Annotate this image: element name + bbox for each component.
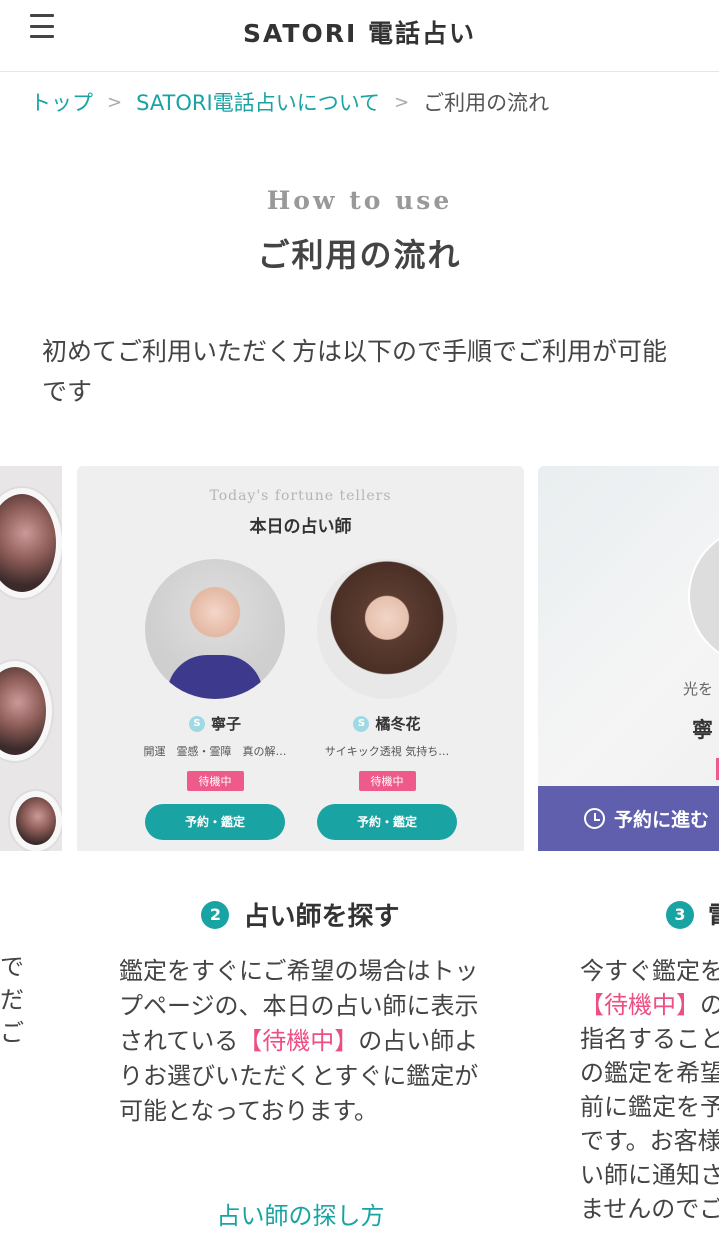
teller-name: 橘冬花	[375, 715, 421, 733]
teller-tags: サイキック透視 気持ち…	[324, 745, 450, 758]
breadcrumb-separator-icon: >	[394, 91, 410, 113]
breadcrumb-current: ご利用の流れ	[423, 91, 550, 115]
rank-badge-icon: S	[353, 715, 370, 732]
shot-en-heading: Today's fortune tellers	[209, 488, 392, 504]
site-logo[interactable]: SATORI 電話占い	[0, 14, 719, 50]
status-highlight: 【待機中】	[238, 1027, 359, 1055]
breadcrumb-top-link[interactable]: トップ	[30, 87, 93, 117]
carousel-slide-next[interactable]: 光を 寧 予約に進む 3 電 今すぐ鑑定を 【待機中】の 指名すること の鑑定を…	[538, 466, 719, 1255]
section-en-title: How to use	[266, 186, 453, 215]
step-number-badge: 3	[666, 900, 694, 929]
fortune-teller-card: S 橘冬花 サイキック透視 気持ち… 待機中 予約・鑑定	[307, 559, 467, 840]
portrait-frame	[10, 791, 62, 851]
step-title-text: 占い師を探す	[243, 902, 400, 932]
step-description: 鑑定をすぐにご希望の場合はトップページの、本日の占い師に表示されている【待機中】…	[119, 957, 479, 1125]
breadcrumb-about-link[interactable]: SATORI電話占いについて	[136, 87, 380, 117]
avatar	[317, 559, 457, 699]
breadcrumb: トップ > SATORI電話占いについて > ご利用の流れ	[30, 87, 549, 117]
shot-teller-name: 寧	[692, 718, 713, 742]
reserve-button: 予約・鑑定	[317, 804, 457, 840]
step-title: 3 電	[666, 896, 719, 933]
clock-icon	[584, 808, 605, 829]
step-title: 2 占い師を探す	[77, 896, 524, 933]
step-description: 今すぐ鑑定を 【待機中】の 指名すること の鑑定を希望 前に鑑定を予 です。お客…	[580, 957, 719, 1223]
find-teller-link[interactable]: 占い師の探し方	[77, 1196, 524, 1231]
reserve-button: 予約・鑑定	[145, 804, 285, 840]
slide-description: で だ ご	[0, 953, 24, 1047]
carousel-slide-previous[interactable]: で だ ご	[0, 466, 62, 1255]
step-number-badge: 2	[201, 900, 230, 929]
carousel-slide-step-2[interactable]: Today's fortune tellers 本日の占い師 S 寧子 開運 霊…	[77, 466, 524, 1255]
avatar	[145, 559, 285, 699]
shot-caption: 光を	[683, 680, 714, 698]
portrait-frame	[0, 661, 52, 761]
breadcrumb-separator-icon: >	[107, 91, 123, 113]
slide-screenshot	[0, 466, 62, 851]
reserve-bar: 予約に進む	[538, 786, 719, 851]
fortune-teller-card: S 寧子 開運 霊感・霊障 真の解… 待機中 予約・鑑定	[135, 559, 295, 840]
teller-name: 寧子	[210, 715, 241, 733]
teller-tags: 開運 霊感・霊障 真の解…	[143, 745, 287, 758]
slide-screenshot: Today's fortune tellers 本日の占い師 S 寧子 開運 霊…	[77, 466, 524, 851]
portrait-frame	[0, 488, 62, 598]
shot-heading: 本日の占い師	[249, 517, 352, 537]
page-title: ご利用の流れ	[257, 236, 462, 274]
status-badge: 待機中	[358, 771, 416, 791]
rank-badge-icon: S	[188, 715, 205, 732]
avatar	[688, 526, 719, 666]
slide-screenshot: 光を 寧 予約に進む	[538, 466, 719, 851]
intro-text: 初めてご利用いただく方は以下ので手順でご利用が可能です	[42, 337, 668, 406]
status-badge: 待機中	[186, 771, 244, 791]
header: SATORI 電話占い	[0, 0, 719, 72]
